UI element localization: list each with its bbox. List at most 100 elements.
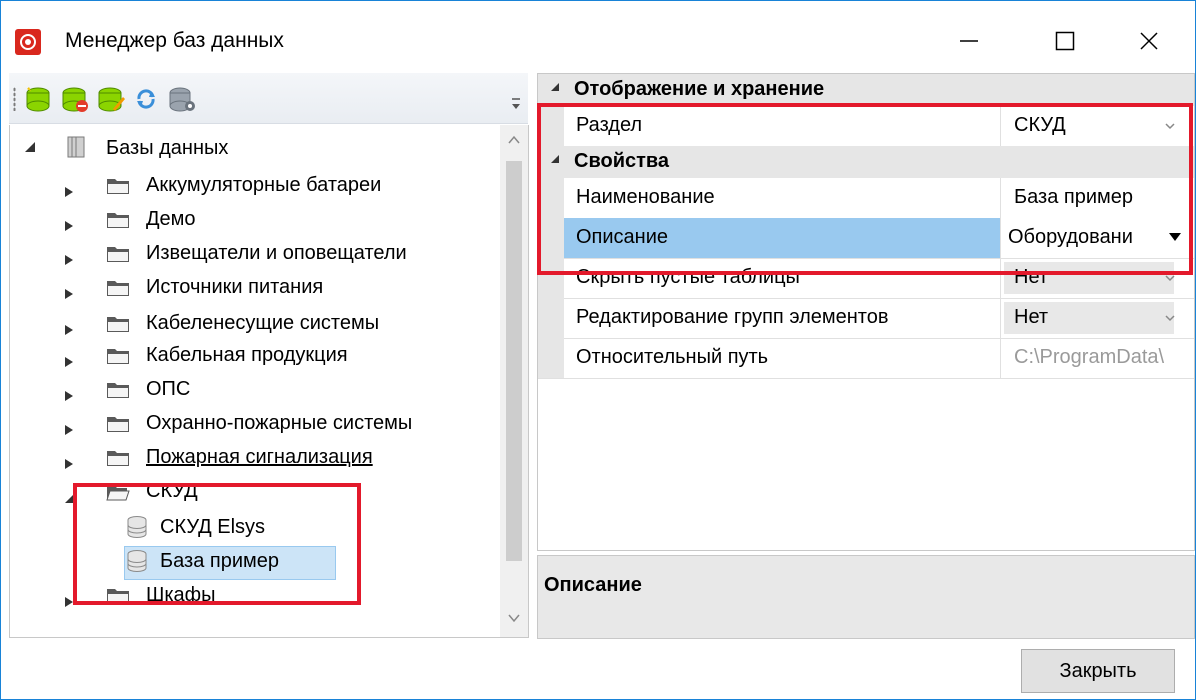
expand-arrow-icon[interactable] [64,249,74,272]
property-row-edit-groups[interactable]: Редактирование групп элементов Нет [538,298,1194,339]
property-name: Раздел [576,114,643,136]
tree-item-label[interactable]: Кабеленесущие системы [146,312,379,335]
category-label: Свойства [574,150,670,172]
expand-arrow-icon[interactable] [64,385,74,408]
property-row-name[interactable]: Наименование База пример [538,178,1194,219]
tree-item-label[interactable]: Аккумуляторные батареи [146,174,381,197]
collapse-arrow-icon[interactable] [24,141,36,153]
add-database-icon[interactable] [23,85,53,113]
property-name: Относительный путь [576,346,769,368]
folder-icon [106,448,130,474]
row-margin [538,106,564,146]
database-icon [126,515,148,545]
tree-item-label[interactable]: Пожарная сигнализация [146,446,373,469]
tree-item-label[interactable]: Охранно-пожарные системы [146,412,412,435]
row-margin [538,258,564,298]
database-tree[interactable]: Базы данных Аккумуляторные батареи Демо Из… [9,125,529,638]
close-button[interactable]: Закрыть [1021,649,1175,693]
column-separator [1000,258,1001,298]
expand-arrow-icon[interactable] [64,419,74,442]
chevron-down-icon[interactable] [1164,312,1176,324]
expand-arrow-icon[interactable] [64,181,74,204]
minimize-button[interactable] [933,1,1005,81]
toolbar-grip[interactable] [13,87,16,111]
tree-item-label[interactable]: Демо [146,208,196,231]
property-value[interactable]: База пример [1014,186,1133,209]
column-separator [1000,338,1001,378]
tree-item-label[interactable]: ОПС [146,378,190,401]
description-panel: Описание [537,555,1195,639]
property-row-hide-empty[interactable]: Скрыть пустые таблицы Нет [538,258,1194,299]
property-value[interactable]: Нет [1014,266,1048,289]
folder-icon [106,176,130,202]
maximize-icon [1055,31,1075,51]
property-row-description[interactable]: Описание Оборудовани [538,218,1194,259]
toolbar-overflow-icon[interactable] [509,93,523,113]
chevron-down-icon[interactable] [1164,120,1176,132]
property-grid: Отображение и хранение Раздел СКУД Свойс… [537,73,1195,551]
tree-item-label[interactable]: База пример [160,550,279,573]
maximize-button[interactable] [1029,1,1101,81]
folder-icon [106,244,130,270]
property-name: Скрыть пустые таблицы [576,266,800,288]
window-title: Менеджер баз данных [65,29,284,52]
folder-icon [106,314,130,340]
tree-item-label[interactable]: Шкафы [146,584,215,607]
database-settings-icon[interactable] [167,85,197,113]
refresh-icon[interactable] [131,85,161,113]
property-row-relative-path[interactable]: Относительный путь C:\ProgramData\ [538,338,1194,379]
collapse-arrow-icon[interactable] [550,82,560,92]
delete-database-icon[interactable] [59,85,89,113]
column-separator [1000,178,1001,218]
folder-icon [106,414,130,440]
folder-icon [106,346,130,372]
property-value[interactable]: Оборудовани [1008,226,1168,249]
property-row-section[interactable]: Раздел СКУД [538,106,1194,147]
expand-arrow-icon[interactable] [64,351,74,374]
description-title: Описание [544,574,642,596]
folder-icon [106,380,130,406]
row-margin [538,298,564,338]
scroll-up-icon[interactable] [508,135,520,145]
row-margin [538,338,564,378]
column-separator [1000,298,1001,338]
scrollbar-thumb[interactable] [506,161,522,561]
collapse-arrow-icon[interactable] [64,487,76,510]
expand-arrow-icon[interactable] [64,453,74,476]
property-name: Описание [576,226,669,248]
tree-item-label[interactable]: СКУД [146,480,198,503]
category-display-storage[interactable]: Отображение и хранение [538,74,1194,106]
expand-arrow-icon[interactable] [64,591,74,614]
chevron-down-icon[interactable] [1164,272,1176,284]
expand-arrow-icon[interactable] [64,283,74,306]
edit-database-icon[interactable] [95,85,125,113]
tree-item-label[interactable]: Кабельная продукция [146,344,348,367]
property-value[interactable]: СКУД [1014,114,1066,137]
tree-item-label[interactable]: Источники питания [146,276,323,299]
property-name: Редактирование групп элементов [576,306,889,328]
scroll-down-icon[interactable] [508,613,520,623]
databases-root-icon [67,136,85,158]
database-manager-window: Менеджер баз данных Базы данных Аккумуля… [0,0,1196,700]
collapse-arrow-icon[interactable] [550,154,560,164]
folder-open-icon [106,482,130,508]
dropdown-arrow-icon[interactable] [1168,232,1182,242]
app-icon [15,29,41,55]
expand-arrow-icon[interactable] [64,215,74,238]
category-properties[interactable]: Свойства [538,146,1194,178]
tree-item-label[interactable]: СКУД Elsys [160,516,265,539]
row-margin [538,218,564,258]
folder-icon [106,278,130,304]
tree-item-label[interactable]: Извещатели и оповещатели [146,242,407,265]
property-value[interactable]: Нет [1014,306,1048,329]
column-separator [1000,106,1001,146]
tree-root-label[interactable]: Базы данных [106,137,228,160]
database-icon [126,549,148,579]
title-bar: Менеджер баз данных [1,1,1195,81]
minimize-icon [960,40,978,42]
tree-scrollbar[interactable] [500,125,528,637]
expand-arrow-icon[interactable] [64,319,74,342]
close-window-button[interactable] [1113,1,1185,81]
property-value: C:\ProgramData\ [1014,346,1165,368]
property-name: Наименование [576,186,715,208]
